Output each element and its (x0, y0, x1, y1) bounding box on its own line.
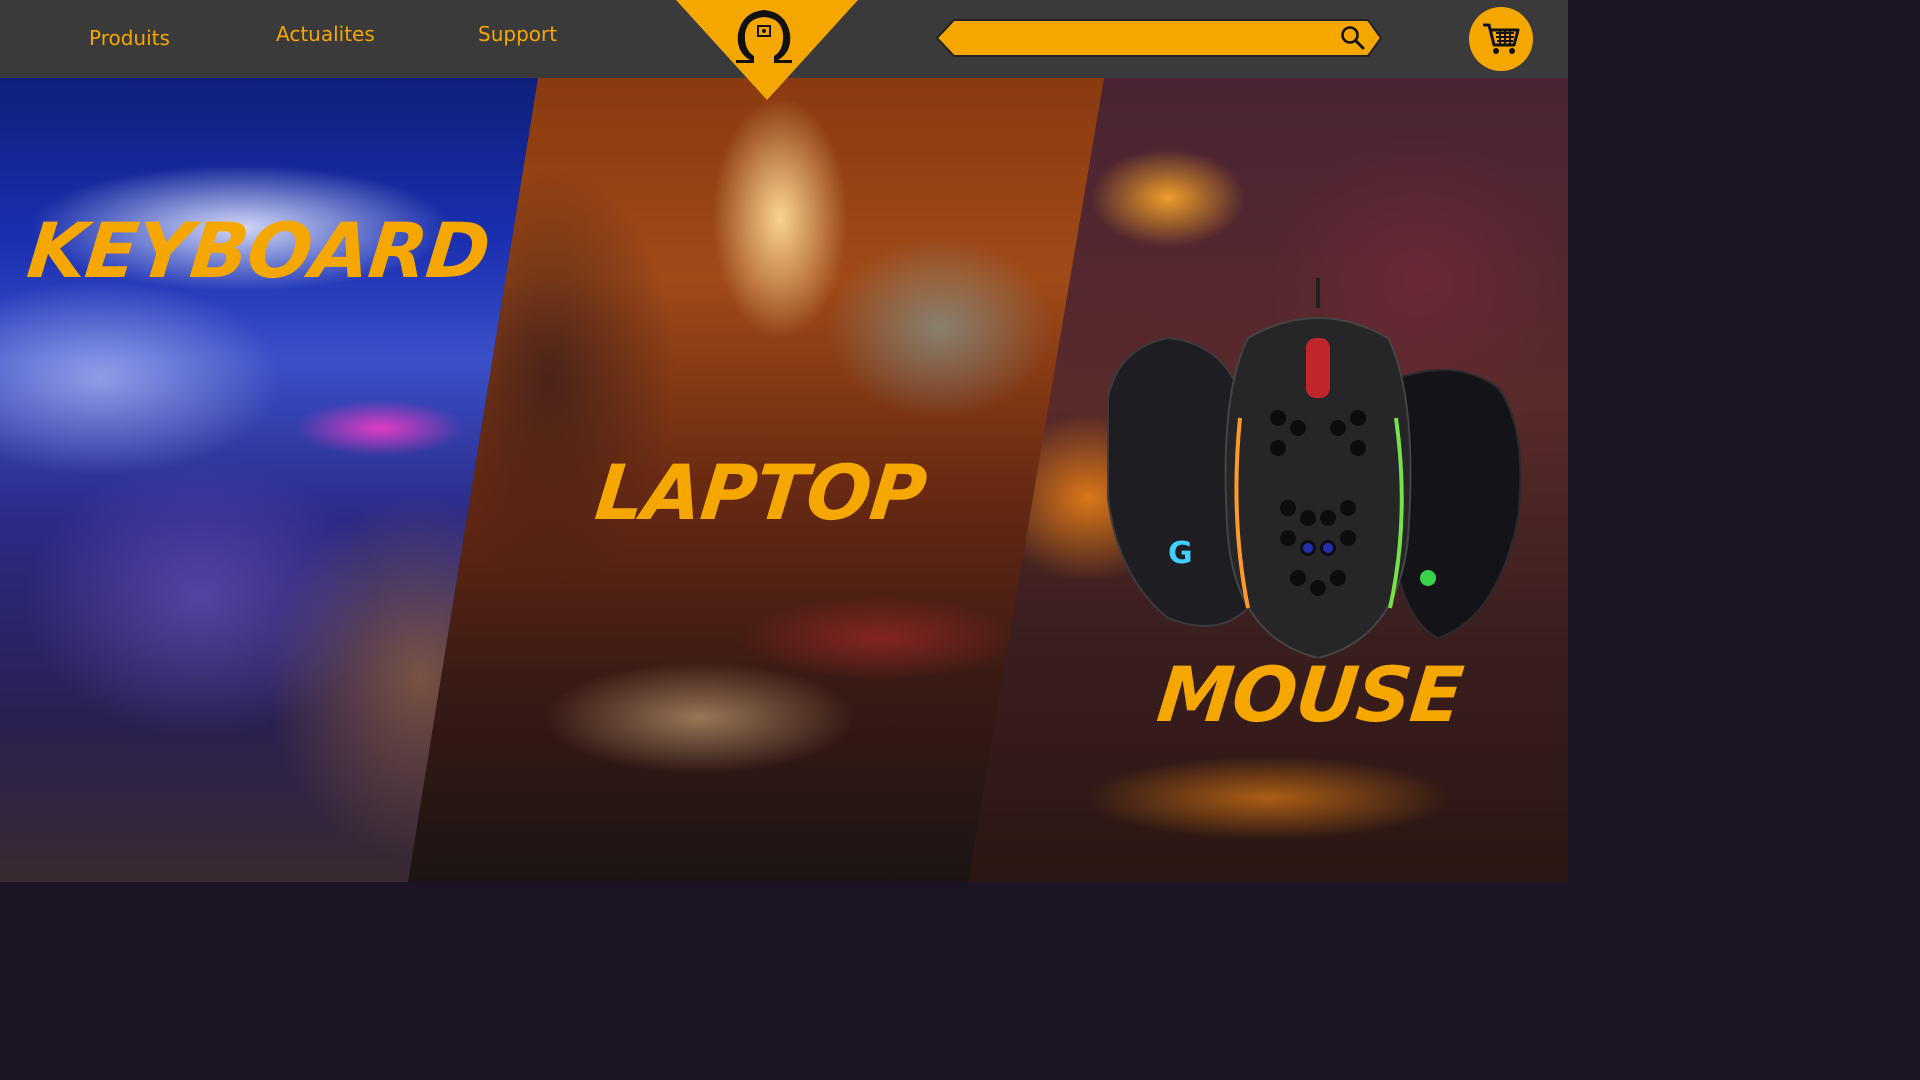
omega-logo-icon (676, 0, 858, 100)
search-input[interactable] (966, 23, 1326, 53)
svg-text:G: G (1168, 536, 1193, 571)
panel-title-keyboard: KEYBOARD (23, 206, 494, 295)
cart-icon (1483, 23, 1520, 54)
panel-title-laptop: LAPTOP (591, 448, 930, 537)
nav-link-produits[interactable]: Produits (89, 26, 170, 50)
search-button[interactable] (1340, 25, 1368, 53)
category-panels: KEYBOARD LAPTOP G MOUSE (0, 78, 1568, 882)
search-icon (1341, 26, 1365, 50)
cart-button[interactable] (1469, 7, 1533, 71)
nav-link-support[interactable]: Support (478, 22, 557, 46)
nav-link-actualites[interactable]: Actualites (276, 22, 375, 46)
search-bar[interactable] (936, 19, 1382, 57)
gaming-mice-image: G (1107, 278, 1522, 658)
site-logo[interactable] (676, 0, 858, 100)
panel-title-mouse: MOUSE (1153, 650, 1467, 739)
